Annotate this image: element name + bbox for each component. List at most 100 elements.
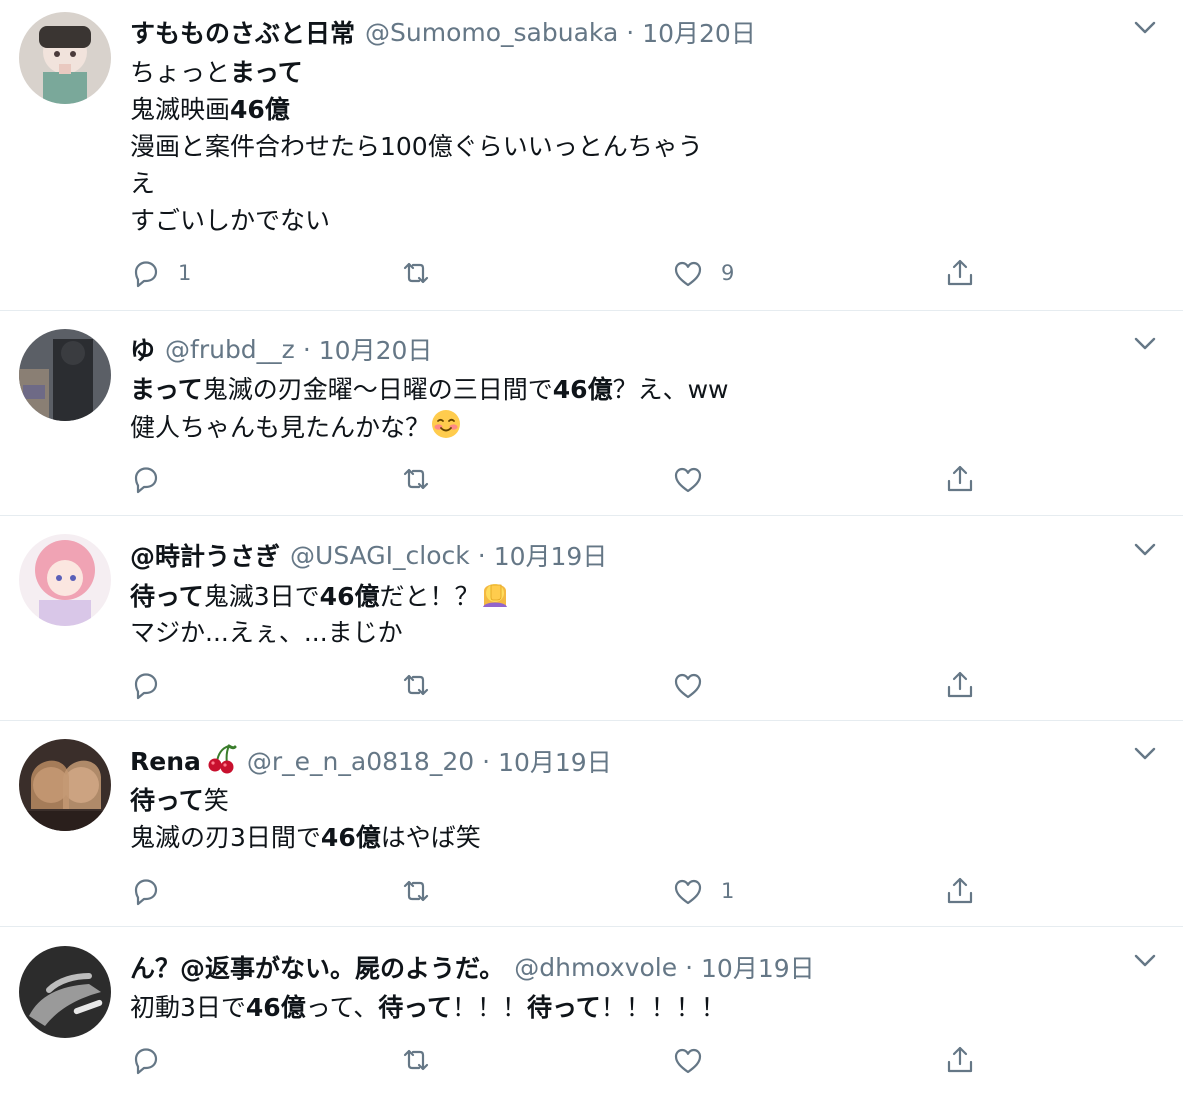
user-handle[interactable]: @frubd__z [165, 335, 295, 364]
reply-button[interactable]: 1 [128, 253, 191, 293]
reply-button[interactable] [128, 871, 178, 911]
avatar[interactable] [19, 534, 111, 626]
avatar-image [19, 739, 111, 831]
tweet-text-line: 鬼滅映画46億 [130, 91, 703, 128]
timestamp[interactable]: 10月19日 [498, 743, 612, 779]
avatar[interactable] [19, 739, 111, 831]
chevron-down-icon[interactable] [1129, 945, 1161, 977]
tweet-actions [128, 665, 988, 705]
text-segment: 鬼滅の刃金曜〜日曜の三日間で [202, 375, 553, 404]
share-button[interactable] [943, 459, 977, 499]
retweet-icon [399, 668, 433, 702]
bold-text: 46億 [552, 375, 613, 404]
tweet-text: まって鬼滅の刃金曜〜日曜の三日間で46億？え、ww 健人ちゃんも見たんかな？ [130, 371, 728, 445]
retweet-button[interactable] [399, 665, 449, 705]
heart-icon [671, 668, 705, 702]
text-segment: だと！？ [379, 582, 480, 611]
retweet-button[interactable] [399, 253, 449, 293]
heart-icon [671, 1043, 705, 1077]
display-name[interactable]: すもものさぶと日常 [130, 14, 355, 50]
tweet[interactable]: ん？@返事がない。屍のようだ。 @dhmoxvole · 10月19日 初動3日… [0, 927, 1183, 1096]
tweet[interactable]: Rena @r_e_n_a0818_20 · 10月19日 待って笑 鬼滅の刃3日… [0, 721, 1183, 927]
tweet-text: 待って鬼滅3日で46億だと！？ マジか...えぇ、...まじか [130, 577, 511, 651]
avatar[interactable] [19, 946, 111, 1038]
chevron-down-icon[interactable] [1129, 12, 1161, 44]
tweet[interactable]: ゆ @frubd__z · 10月20日 まって鬼滅の刃金曜〜日曜の三日間で46… [0, 311, 1183, 516]
tweet-text: ちょっとまって 鬼滅映画46億 漫画と案件合わせたら100億ぐらいいっとんちゃうえす… [130, 54, 703, 239]
avatar-image [19, 12, 111, 104]
tweet-header: @時計うさぎ @USAGI_clock · 10月19日 [130, 537, 607, 573]
tweet-text-line: マジか...えぇ、...まじか [130, 614, 511, 651]
retweet-button[interactable] [399, 459, 449, 499]
tweet[interactable]: すもものさぶと日常 @Sumomo_sabuaka · 10月20日 ちょっとま… [0, 0, 1183, 311]
reply-button[interactable] [128, 1040, 178, 1080]
share-button[interactable] [943, 871, 977, 911]
retweet-button[interactable] [399, 1040, 449, 1080]
share-button[interactable] [943, 253, 977, 293]
timestamp[interactable]: 10月19日 [494, 537, 608, 573]
tweet-actions [128, 1040, 988, 1080]
reply-button[interactable] [128, 459, 178, 499]
tweet-text-line: え [130, 165, 703, 202]
like-button[interactable]: 9 [671, 253, 734, 293]
bold-text: 待って [527, 993, 601, 1022]
tweet-header: Rena @r_e_n_a0818_20 · 10月19日 [130, 743, 612, 779]
user-handle[interactable]: @USAGI_clock [290, 541, 470, 570]
heart-icon [671, 462, 705, 496]
separator-dot: · [302, 334, 311, 364]
separator-dot: · [482, 746, 491, 776]
tweet-text-line: すごいしかでない [130, 202, 703, 239]
retweet-icon [399, 874, 433, 908]
display-name[interactable]: ん？@返事がない。屍のようだ。 [130, 949, 504, 985]
chevron-down-icon[interactable] [1129, 328, 1161, 360]
avatar-image [19, 534, 111, 626]
like-button[interactable] [671, 665, 721, 705]
user-handle[interactable]: @r_e_n_a0818_20 [247, 747, 474, 776]
text-segment: 健人ちゃんも見たんかな？ [130, 413, 431, 442]
tweet[interactable]: @時計うさぎ @USAGI_clock · 10月19日 待って鬼滅3日で46億… [0, 516, 1183, 721]
reply-button[interactable] [128, 665, 178, 705]
chevron-down-icon[interactable] [1129, 534, 1161, 566]
share-button[interactable] [943, 1040, 977, 1080]
timestamp[interactable]: 10月20日 [319, 331, 433, 367]
share-button[interactable] [943, 665, 977, 705]
share-icon [943, 256, 977, 290]
like-button[interactable] [671, 1040, 721, 1080]
display-name[interactable]: ゆ [130, 331, 155, 367]
avatar-image [19, 329, 111, 421]
share-icon [943, 462, 977, 496]
timestamp[interactable]: 10月19日 [701, 949, 815, 985]
share-icon [943, 668, 977, 702]
chevron-down-icon[interactable] [1129, 738, 1161, 770]
heart-icon [671, 256, 705, 290]
tweet-text-line: 待って鬼滅3日で46億だと！？ [130, 577, 511, 614]
bold-text: まって [230, 58, 303, 87]
tweet-text-line: 鬼滅の刃3日間で46億はやば笑 [130, 819, 481, 856]
tweet-header: ゆ @frubd__z · 10月20日 [130, 331, 432, 367]
text-segment: 漫画と案件合わせたら100億ぐらいいっとんちゃう [130, 132, 703, 161]
like-button[interactable] [671, 459, 721, 499]
reply-icon [128, 668, 162, 702]
reply-icon [128, 1043, 162, 1077]
avatar[interactable] [19, 12, 111, 104]
separator-dot: · [685, 952, 694, 982]
user-handle[interactable]: @dhmoxvole [514, 953, 677, 982]
reply-icon [128, 462, 162, 496]
share-icon [943, 1043, 977, 1077]
avatar[interactable] [19, 329, 111, 421]
tweet-text: 初動3日で46億って、待って！！！待って！！！！！ [130, 989, 726, 1026]
bold-text: 46億 [230, 95, 290, 124]
retweet-button[interactable] [399, 871, 449, 911]
text-segment: ！！！！！ [600, 993, 726, 1022]
timestamp[interactable]: 10月20日 [642, 14, 756, 50]
display-name[interactable]: @時計うさぎ [130, 537, 280, 573]
user-handle[interactable]: @Sumomo_sabuaka [365, 18, 618, 47]
facepalm-emoji [479, 577, 511, 619]
display-name[interactable]: Rena [130, 747, 201, 776]
text-segment: すごいしかでない [130, 206, 331, 235]
bold-text: 待って [378, 993, 452, 1022]
tweet-header: すもものさぶと日常 @Sumomo_sabuaka · 10月20日 [130, 14, 756, 50]
like-button[interactable]: 1 [671, 871, 734, 911]
tweet-header: ん？@返事がない。屍のようだ。 @dhmoxvole · 10月19日 [130, 949, 815, 985]
tweet-text-line: 初動3日で46億って、待って！！！待って！！！！！ [130, 989, 726, 1026]
